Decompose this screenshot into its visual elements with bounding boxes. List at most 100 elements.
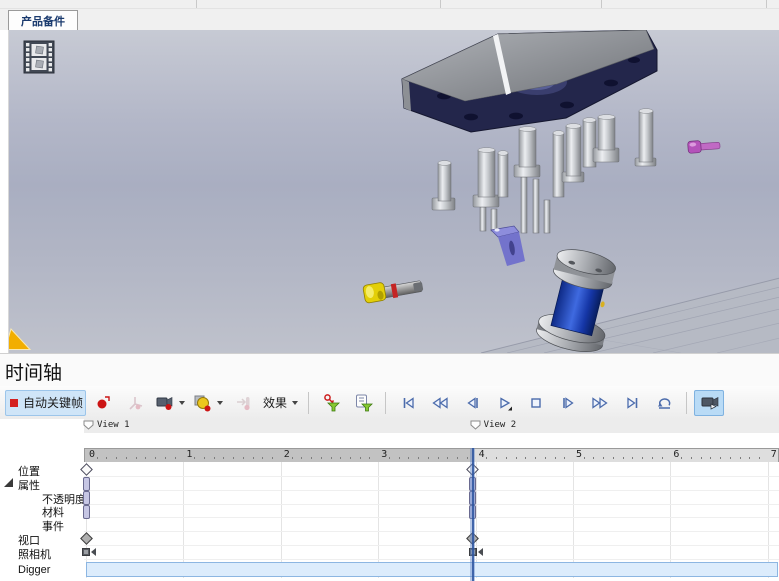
- ruler-number: 0: [89, 449, 95, 460]
- divider: [196, 0, 197, 8]
- ruler-tick: [584, 457, 585, 459]
- camera-mode-icon: [699, 394, 719, 411]
- step-back-icon: [464, 395, 481, 411]
- purple-screw[interactable]: [688, 139, 721, 153]
- ruler-tick: [418, 457, 419, 459]
- view-marker-1[interactable]: View 1: [83, 420, 130, 430]
- film-strip-icon[interactable]: [23, 40, 55, 74]
- digger-range-band[interactable]: [86, 562, 778, 577]
- translate-key-button[interactable]: [120, 390, 150, 416]
- stop-button[interactable]: [521, 390, 551, 416]
- step-forward-icon: [560, 395, 577, 411]
- ruler-tick: [535, 457, 536, 459]
- camera-mode-toggle[interactable]: [694, 390, 724, 416]
- top-toolbar-strip: [0, 0, 779, 9]
- play-button[interactable]: [489, 390, 519, 416]
- loop-button[interactable]: [649, 390, 679, 416]
- auto-keyframe-button[interactable]: 自动关键帧: [5, 390, 86, 416]
- ruler-tick: [292, 457, 293, 459]
- go-to-start-button[interactable]: [393, 390, 423, 416]
- go-to-end-button[interactable]: [617, 390, 647, 416]
- row-separator: [84, 559, 779, 560]
- ruler-tick: [97, 457, 98, 459]
- time-gridline: [768, 462, 769, 578]
- camera-key-icon: [155, 394, 174, 411]
- opacity-key-button[interactable]: [190, 390, 226, 416]
- timeline-title: 时间轴: [5, 358, 62, 385]
- ruler-tick: [194, 457, 195, 459]
- ruler-tick: [555, 457, 556, 459]
- rewind-button[interactable]: [425, 390, 455, 416]
- set-key-dot-icon: [95, 394, 112, 411]
- dropdown-caret: [179, 401, 185, 405]
- loop-icon: [655, 395, 674, 411]
- 3d-viewport[interactable]: [8, 30, 779, 353]
- filter-markers-button[interactable]: [348, 390, 378, 416]
- step-back-button[interactable]: [457, 390, 487, 416]
- auto-key-square-icon: [8, 397, 20, 409]
- set-key-button[interactable]: [88, 390, 118, 416]
- ruler-tick: [457, 457, 458, 459]
- fast-forward-button[interactable]: [585, 390, 615, 416]
- track-label-属性[interactable]: 属性: [18, 477, 40, 493]
- ruler-tick: [360, 457, 361, 459]
- ruler-tick: [301, 457, 302, 459]
- dropdown-caret: [292, 401, 298, 405]
- row-separator: [84, 545, 779, 546]
- keyframe-bar[interactable]: [83, 477, 90, 491]
- effects-dropdown[interactable]: 效果: [260, 390, 301, 416]
- ruler-tick: [603, 457, 604, 459]
- ruler-tick: [710, 457, 711, 459]
- timeline-tracks: 位置属性不透明度材料事件视口照相机Digger: [0, 462, 779, 581]
- keyframe-diamond[interactable]: [80, 532, 93, 545]
- document-tab-bar: 产品备件: [0, 9, 779, 30]
- ruler-tick: [691, 457, 692, 459]
- yellow-shaft-assembly[interactable]: [363, 275, 424, 303]
- playhead[interactable]: [470, 448, 475, 581]
- ruler-tick: [253, 457, 254, 459]
- ruler-tick: [272, 457, 273, 459]
- track-label-Digger[interactable]: Digger: [18, 564, 50, 576]
- divider: [440, 0, 441, 8]
- ruler-tick: [613, 457, 614, 459]
- ruler-tick: [145, 457, 146, 459]
- track-label-事件[interactable]: 事件: [42, 518, 64, 534]
- ruler-tick: [623, 457, 624, 459]
- row-separator: [84, 504, 779, 505]
- keyframe-camera[interactable]: [82, 548, 96, 556]
- ruler-tick: [408, 457, 409, 459]
- ruler-tick: [506, 457, 507, 459]
- camera-key-button[interactable]: [152, 390, 188, 416]
- latch-bracket[interactable]: [491, 226, 525, 266]
- keyframe-diamond[interactable]: [80, 463, 93, 476]
- row-separator: [84, 490, 779, 491]
- ruler-tick: [214, 457, 215, 459]
- exploded-view-scene: [9, 30, 779, 353]
- ruler-tick: [350, 457, 351, 459]
- timeline-toolbar: 自动关键帧: [0, 386, 779, 419]
- tab-product-spare-parts[interactable]: 产品备件: [8, 10, 78, 31]
- ruler-tick: [467, 457, 468, 459]
- expand-collapse-toggle[interactable]: [4, 478, 13, 487]
- row-separator: [84, 476, 779, 477]
- time-ruler[interactable]: 01234567: [84, 448, 779, 463]
- keyframe-bar[interactable]: [83, 505, 90, 519]
- event-key-button[interactable]: [228, 390, 258, 416]
- ruler-number: 5: [576, 449, 582, 460]
- keyframe-bar[interactable]: [83, 491, 90, 505]
- ruler-tick: [155, 457, 156, 459]
- tab-label: 产品备件: [21, 13, 65, 29]
- ruler-active-range: [85, 449, 474, 462]
- track-label-照相机[interactable]: 照相机: [18, 546, 51, 562]
- step-forward-button[interactable]: [553, 390, 583, 416]
- view-marker-2[interactable]: View 2: [470, 420, 517, 430]
- ruler-tick: [642, 457, 643, 459]
- ruler-tick: [662, 457, 663, 459]
- opacity-key-icon: [193, 394, 212, 412]
- divider: [766, 0, 767, 8]
- filter-keys-button[interactable]: [316, 390, 346, 416]
- marker-filter-icon: [354, 393, 373, 412]
- ruler-tick: [730, 457, 731, 459]
- fast-forward-icon: [591, 395, 609, 411]
- top-plate[interactable]: [402, 30, 657, 132]
